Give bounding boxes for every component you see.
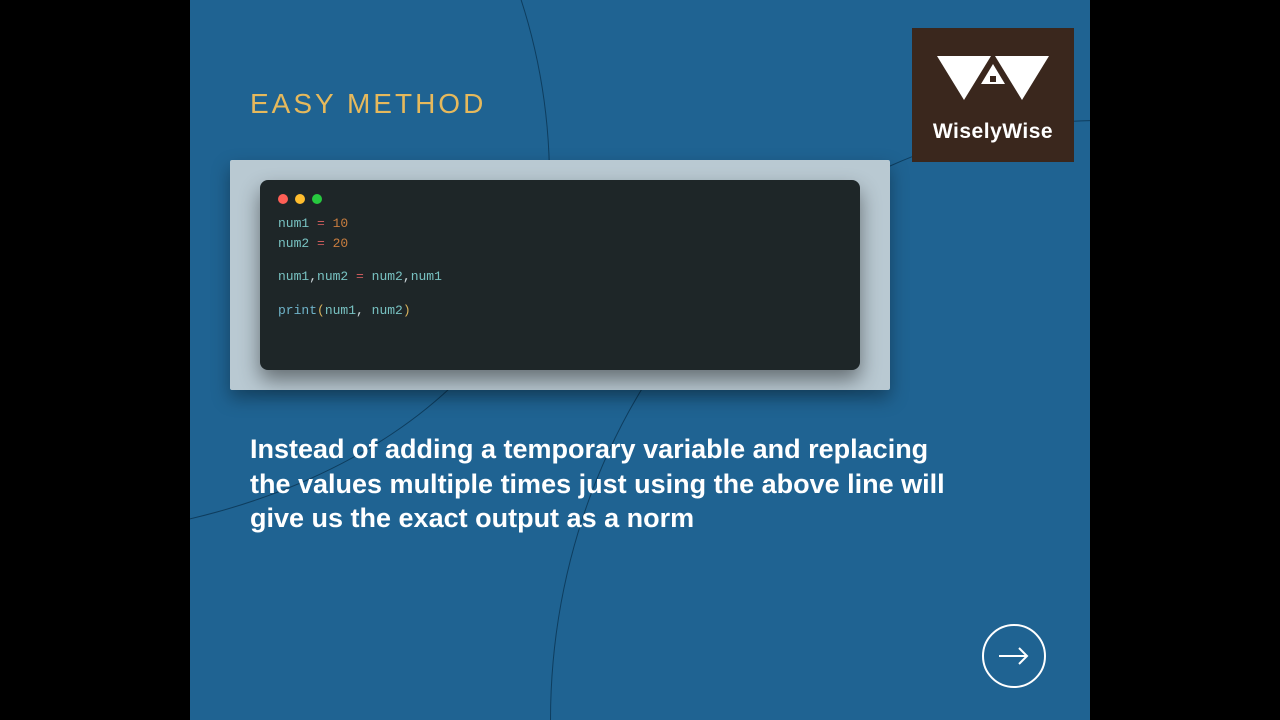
code-token: = — [309, 236, 332, 251]
window-controls — [278, 194, 842, 204]
minimize-icon — [295, 194, 305, 204]
code-token: num2 — [372, 303, 403, 318]
code-card: num1 = 10 num2 = 20 num1,num2 = num2,num… — [230, 160, 890, 390]
logo-mark-icon — [933, 52, 1053, 114]
arrow-right-icon — [997, 646, 1031, 666]
code-token: , — [356, 303, 372, 318]
code-token: 10 — [333, 216, 349, 231]
code-token: = — [309, 216, 332, 231]
code-token: , — [309, 269, 317, 284]
code-token: num1 — [411, 269, 442, 284]
terminal-window: num1 = 10 num2 = 20 num1,num2 = num2,num… — [260, 180, 860, 370]
code-token: , — [403, 269, 411, 284]
slide: EASY METHOD WiselyWise num1 = 10 num2 = … — [190, 0, 1090, 720]
description-text: Instead of adding a temporary variable a… — [250, 432, 970, 536]
brand-name: WiselyWise — [933, 120, 1053, 144]
code-token: num1 — [278, 216, 309, 231]
brand-logo: WiselyWise — [912, 28, 1074, 162]
slide-title: EASY METHOD — [250, 88, 486, 120]
close-icon — [278, 194, 288, 204]
code-token: 20 — [333, 236, 349, 251]
code-token: num1 — [278, 269, 309, 284]
code-token: num1 — [325, 303, 356, 318]
code-token: print — [278, 303, 317, 318]
maximize-icon — [312, 194, 322, 204]
code-token: num2 — [317, 269, 348, 284]
next-button[interactable] — [982, 624, 1046, 688]
code-token: num2 — [278, 236, 309, 251]
code-token: ) — [403, 303, 411, 318]
code-token: = — [348, 269, 371, 284]
code-token: ( — [317, 303, 325, 318]
code-block: num1 = 10 num2 = 20 num1,num2 = num2,num… — [278, 214, 842, 320]
code-token: num2 — [372, 269, 403, 284]
